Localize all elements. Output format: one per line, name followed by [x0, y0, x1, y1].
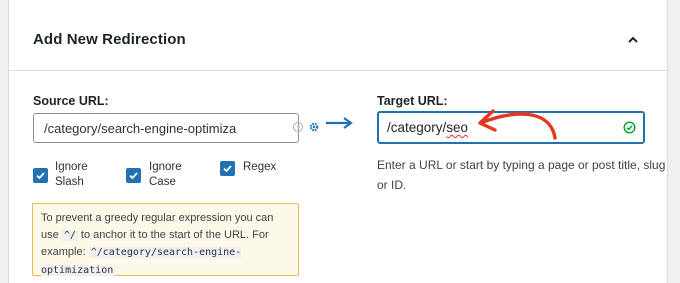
regex-notice: To prevent a greedy regular expression y… — [32, 203, 299, 276]
gear-icon[interactable] — [308, 121, 320, 133]
target-help-text: Enter a URL or start by typing a page or… — [377, 158, 666, 192]
checkmark-icon — [129, 172, 138, 180]
ignore-case-label: Ignore Case — [149, 161, 182, 188]
regex-label: Regex — [243, 161, 277, 173]
checkmark-icon — [223, 165, 232, 173]
target-url-path: /category/ — [387, 120, 447, 135]
notice-code-anchor: ^/ — [61, 229, 78, 241]
annotation-arrow-icon — [478, 109, 557, 140]
panel-header: Add New Redirection — [9, 0, 667, 71]
source-url-value[interactable]: /category/search-engine-optimiza — [44, 121, 240, 136]
target-url-value[interactable]: /category/seo — [387, 120, 468, 135]
target-url-typed-text: seo — [446, 120, 469, 135]
arrow-right-icon — [326, 117, 353, 129]
panel-title: Add New Redirection — [33, 31, 186, 48]
collapse-button[interactable] — [621, 28, 645, 52]
clock-icon — [292, 121, 304, 133]
regex-checkbox[interactable] — [220, 161, 235, 176]
checkmark-icon — [36, 172, 45, 180]
source-url-label: Source URL: — [33, 94, 109, 108]
ignore-slash-checkbox[interactable] — [33, 168, 48, 183]
redirection-panel: Add New Redirection Source URL: /categor… — [8, 0, 668, 283]
target-url-label: Target URL: — [377, 94, 448, 108]
chevron-up-icon — [628, 36, 638, 43]
check-circle-icon — [623, 121, 636, 134]
source-url-input[interactable]: /category/search-engine-optimiza — [33, 113, 319, 143]
ignore-case-checkbox[interactable] — [126, 168, 141, 183]
ignore-slash-label: Ignore Slash — [55, 161, 88, 188]
